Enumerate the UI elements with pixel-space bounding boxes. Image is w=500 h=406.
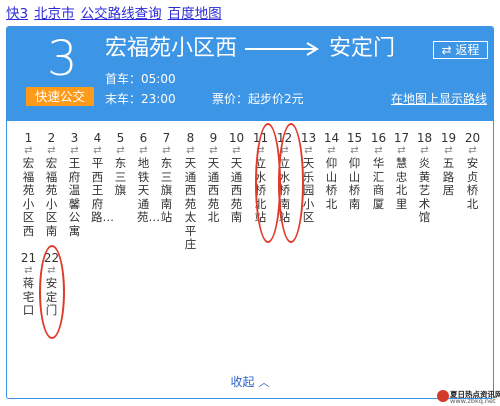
- stop-item[interactable]: 19 ⇄ 五路居: [437, 131, 460, 198]
- route-destination: 安定门: [329, 36, 396, 61]
- stop-item[interactable]: 18 ⇄ 炎黄艺术馆: [413, 131, 436, 225]
- stop-name: 东三旗南站: [160, 156, 173, 224]
- stop-item[interactable]: 8 ⇄ 天通西苑太平庄: [179, 131, 202, 252]
- last-bus-time: 末车：23:00: [105, 92, 176, 106]
- stop-item[interactable]: 13 ⇄ 天乐园小区: [297, 131, 320, 225]
- stop-name: 仰山桥北: [325, 156, 338, 211]
- route-header: 3 快速公交 宏福苑小区西 安定门 首车：05:00 末车：23:00 票价：起步…: [7, 27, 493, 121]
- page-title-links: 快3 北京市 公交路线查询 百度地图: [6, 2, 222, 22]
- stop-index: 1: [24, 131, 33, 145]
- stop-item[interactable]: 7 ⇄ 东三旗南站: [155, 131, 178, 225]
- stop-item[interactable]: 15 ⇄ 仰山桥南: [343, 131, 366, 211]
- stop-name: 立水桥北站: [254, 156, 267, 224]
- stop-name: 仰山桥南: [348, 156, 361, 211]
- stop-item[interactable]: 16 ⇄ 华汇商厦: [367, 131, 390, 211]
- stop-name: 华汇商厦: [372, 156, 385, 211]
- stop-name: 东三旗: [114, 156, 127, 197]
- stop-item[interactable]: 10 ⇄ 天通西苑南: [225, 131, 248, 225]
- stop-name: 安定门: [45, 276, 58, 317]
- watermark-logo-icon: [437, 390, 449, 402]
- stop-index: 3: [70, 131, 79, 145]
- stop-name: 立水桥南站: [278, 156, 291, 224]
- stop-item[interactable]: 6 ⇄ 地铁天通苑…: [132, 131, 160, 225]
- stop-index: 9: [209, 131, 218, 145]
- stop-name: 天通西苑南: [230, 156, 243, 224]
- stop-item[interactable]: 5 ⇄ 东三旗: [109, 131, 132, 198]
- link-baidu-map[interactable]: 百度地图: [168, 6, 222, 22]
- stop-index: 13: [300, 131, 317, 145]
- first-bus-time: 首车：05:00: [105, 72, 176, 86]
- stop-index: 8: [186, 131, 195, 145]
- stop-item[interactable]: 21 ⇄ 蒋宅口: [17, 251, 40, 318]
- stop-item[interactable]: 2 ⇄ 宏福苑小区南: [40, 131, 63, 238]
- route-card: 3 快速公交 宏福苑小区西 安定门 首车：05:00 末车：23:00 票价：起步…: [6, 26, 494, 399]
- stop-index: 7: [162, 131, 171, 145]
- stop-name: 天通西苑太平庄: [184, 156, 197, 251]
- route-number: 3: [47, 31, 78, 87]
- stop-index: 6: [139, 131, 148, 145]
- stop-item[interactable]: 9 ⇄ 天通西苑北: [202, 131, 225, 225]
- watermark-line2: www.zbkq.net: [450, 397, 496, 405]
- collapse-button[interactable]: 收起 ︿: [7, 373, 493, 390]
- stop-name: 天通西苑北: [207, 156, 220, 224]
- chevron-up-icon: ︿: [258, 376, 270, 389]
- show-on-map-link[interactable]: 在地图上显示路线: [391, 91, 487, 107]
- link-beijing[interactable]: 北京市: [34, 6, 75, 22]
- stop-name: 天乐园小区: [302, 156, 315, 224]
- stop-item[interactable]: 4 ⇄ 平西王府路…: [86, 131, 114, 225]
- route-origin: 宏福苑小区西: [105, 36, 238, 61]
- stop-name: 安贞桥北: [466, 156, 479, 211]
- stop-index: 22: [43, 251, 60, 265]
- route-type-badge: 快速公交: [26, 87, 94, 106]
- stop-item[interactable]: 14 ⇄ 仰山桥北: [320, 131, 343, 211]
- stop-name: 宏福苑小区南: [45, 156, 58, 238]
- stop-name: 地铁天通苑…: [137, 156, 160, 224]
- stop-index: 10: [228, 131, 245, 145]
- stop-name: 五路居: [442, 156, 455, 197]
- fare-info: 票价：起步价2元: [212, 92, 304, 106]
- stop-index: 20: [464, 131, 481, 145]
- stop-index: 4: [93, 131, 102, 145]
- stop-index: 11: [252, 131, 269, 145]
- watermark: 夏日热点资讯网 www.zbkq.net: [436, 388, 500, 405]
- stop-item[interactable]: 17 ⇄ 慧忠北里: [390, 131, 413, 211]
- reverse-route-button[interactable]: ⇄ 返程: [433, 41, 488, 59]
- stop-index: 19: [440, 131, 457, 145]
- stop-index: 18: [416, 131, 433, 145]
- stop-item[interactable]: 1 ⇄ 宏福苑小区西: [17, 131, 40, 238]
- stop-index: 2: [47, 131, 56, 145]
- arrow-right-icon: [243, 35, 323, 63]
- stop-index: 5: [116, 131, 125, 145]
- stop-item[interactable]: 20 ⇄ 安贞桥北: [461, 131, 484, 211]
- stop-item[interactable]: 11 ⇄ 立水桥北站: [249, 131, 272, 225]
- stop-item[interactable]: 22 ⇄ 安定门: [40, 251, 63, 318]
- collapse-label: 收起: [230, 375, 255, 389]
- route-title: 宏福苑小区西 安定门: [105, 35, 395, 63]
- link-kuai3[interactable]: 快3: [6, 6, 28, 22]
- link-bus-query[interactable]: 公交路线查询: [81, 6, 162, 22]
- stop-index: 16: [370, 131, 387, 145]
- stop-item[interactable]: 12 ⇄ 立水桥南站: [273, 131, 296, 225]
- stop-index: 12: [276, 131, 293, 145]
- stop-index: 15: [346, 131, 363, 145]
- stop-index: 21: [20, 251, 37, 265]
- stop-name: 宏福苑小区西: [22, 156, 35, 238]
- stop-item[interactable]: 3 ⇄ 王府温馨公寓: [63, 131, 86, 238]
- stop-index: 17: [393, 131, 410, 145]
- stop-name: 王府温馨公寓: [68, 156, 81, 238]
- stop-name: 平西王府路…: [91, 156, 114, 224]
- stop-name: 慧忠北里: [395, 156, 408, 211]
- stop-name: 炎黄艺术馆: [418, 156, 431, 224]
- stop-name: 蒋宅口: [22, 276, 35, 317]
- stop-index: 14: [323, 131, 340, 145]
